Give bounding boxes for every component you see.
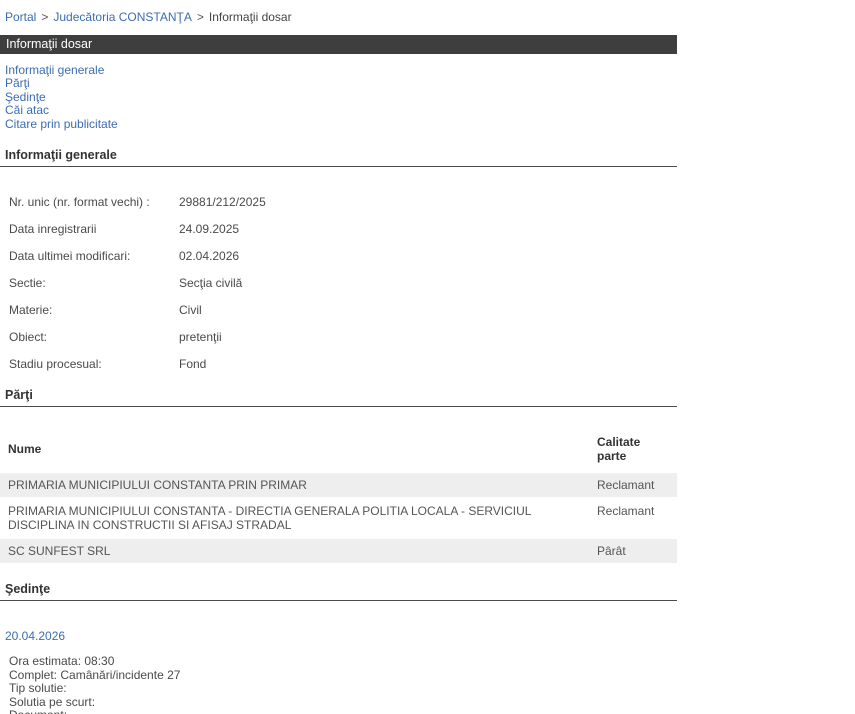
field-value: pretenţii [179,330,222,345]
case-details-page: Portal > Judecătoria CONSTANŢA > Informaţii … [0,0,677,714]
column-header-nume: Nume [8,442,42,457]
field-value: 24.09.2025 [179,222,240,237]
section-nav-link[interactable]: Căi atac [5,103,677,117]
hearing-block: 20.04.2026 Ora estimata: 08:30 Complet: … [0,601,677,714]
party-name-cell: SC SUNFEST SRL [0,539,589,564]
field-row: Sectie: Secţia civilă [9,276,677,290]
field-row: Data inregistrarii 24.09.2025 [9,222,677,236]
hearing-detail-line: Tip solutie: [9,681,67,696]
field-label: Data ultimei modificari: [9,249,131,264]
field-value: 29881/212/2025 [179,195,266,210]
parties-table: Nume Calitate parte PRIMARIA MUNICIPIULU… [0,431,677,565]
general-info-fields: Nr. unic (nr. format vechi) : 29881/212/2… [0,195,677,371]
field-label: Obiect: [9,330,48,345]
field-row: Data ultimei modificari: 02.04.2026 [9,249,677,263]
party-name-cell: PRIMARIA MUNICIPIULUI CONSTANTA - DIRECT… [0,499,589,538]
field-value: 02.04.2026 [179,249,240,264]
field-value: Secţia civilă [179,276,243,291]
field-row: Materie: Civil [9,303,677,317]
party-role-cell: Reclamant [589,473,677,498]
field-value: Civil [179,303,202,318]
field-label: Stadiu procesual: [9,357,102,372]
hearing-details: Ora estimata: 08:30 Complet: Camânări/in… [0,654,677,714]
field-label: Sectie: [9,276,46,291]
column-header-calitate-parte: Calitate parte [597,435,641,464]
table-row: PRIMARIA MUNICIPIULUI CONSTANTA - DIRECT… [0,499,677,538]
section-nav-link[interactable]: Citare prin publicitate [5,117,677,131]
table-header-row: Nume Calitate parte [0,433,677,471]
breadcrumb-link-court[interactable]: Judecătoria CONSTANŢA [53,10,192,24]
table-row: SC SUNFEST SRL Pârât [0,539,677,564]
page-title: Informaţii dosar [6,37,93,51]
section-heading-sedinte: Şedinţe [0,582,677,602]
section-nav-link[interactable]: Părţi [5,76,677,90]
field-row: Obiect: pretenţii [9,330,677,344]
field-row: Nr. unic (nr. format vechi) : 29881/212/2… [9,195,677,209]
section-nav-link[interactable]: Informaţii generale [5,63,677,77]
field-label: Materie: [9,303,53,318]
party-name-cell: PRIMARIA MUNICIPIULUI CONSTANTA PRIN PRI… [0,473,589,498]
breadcrumb-separator: > [196,10,204,24]
hearing-detail-line: Ora estimata: 08:30 [9,654,115,669]
party-role-cell: Pârât [589,539,677,564]
hearing-detail-line: Solutia pe scurt: [9,694,96,709]
field-value: Fond [179,357,207,372]
section-heading-parti: Părţi [0,388,677,408]
hearing-date-link[interactable]: 20.04.2026 [5,629,65,643]
breadcrumb-separator: > [41,10,49,24]
table-row: PRIMARIA MUNICIPIULUI CONSTANTA PRIN PRI… [0,473,677,498]
hearing-detail-line: Document: [9,709,677,714]
section-nav-link[interactable]: Şedinţe [5,90,677,104]
section-nav: Informaţii generale Părţi Şedinţe Căi at… [0,54,677,131]
page-title-bar: Informaţii dosar [0,35,677,54]
field-label: Nr. unic (nr. format vechi) : [9,195,150,210]
field-row: Stadiu procesual: Fond [9,357,677,371]
party-role-cell: Reclamant [589,499,677,538]
section-heading-informatii-generale: Informaţii generale [0,148,677,168]
breadcrumb: Portal > Judecătoria CONSTANŢA > Informaţii … [0,0,677,35]
field-label: Data inregistrarii [9,222,97,237]
breadcrumb-link-portal[interactable]: Portal [5,10,36,24]
breadcrumb-current: Informaţii dosar [208,10,292,24]
hearing-detail-line: Complet: Camânări/incidente 27 [9,667,181,682]
